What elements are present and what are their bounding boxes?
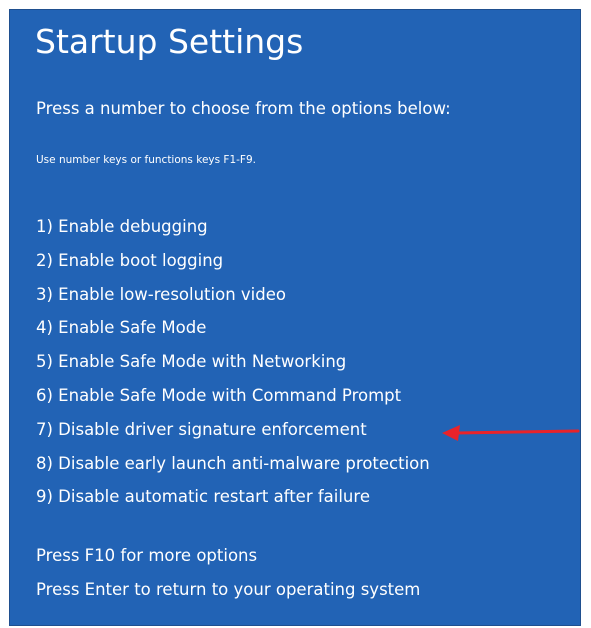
option-enable-low-resolution-video[interactable]: 3) Enable low-resolution video bbox=[36, 278, 430, 312]
startup-settings-screen: Startup Settings Press a number to choos… bbox=[9, 9, 581, 626]
option-enable-safe-mode[interactable]: 4) Enable Safe Mode bbox=[36, 311, 430, 345]
red-arrow-icon bbox=[442, 425, 580, 441]
options-list: 1) Enable debugging 2) Enable boot loggi… bbox=[36, 210, 430, 514]
option-disable-driver-signature-enforcement[interactable]: 7) Disable driver signature enforcement bbox=[36, 413, 430, 447]
instruction-text: Press a number to choose from the option… bbox=[36, 99, 451, 118]
option-enable-boot-logging[interactable]: 2) Enable boot logging bbox=[36, 244, 430, 278]
hint-text: Use number keys or functions keys F1-F9. bbox=[36, 154, 256, 166]
option-disable-automatic-restart[interactable]: 9) Disable automatic restart after failu… bbox=[36, 480, 430, 514]
more-options-f10[interactable]: Press F10 for more options bbox=[36, 539, 420, 573]
return-to-os-enter[interactable]: Press Enter to return to your operating … bbox=[36, 573, 420, 607]
option-disable-early-launch-anti-malware[interactable]: 8) Disable early launch anti-malware pro… bbox=[36, 447, 430, 481]
option-enable-safe-mode-command-prompt[interactable]: 6) Enable Safe Mode with Command Prompt bbox=[36, 379, 430, 413]
option-enable-safe-mode-networking[interactable]: 5) Enable Safe Mode with Networking bbox=[36, 345, 430, 379]
footer-options: Press F10 for more options Press Enter t… bbox=[36, 539, 420, 607]
page-title: Startup Settings bbox=[35, 22, 304, 61]
option-enable-debugging[interactable]: 1) Enable debugging bbox=[36, 210, 430, 244]
